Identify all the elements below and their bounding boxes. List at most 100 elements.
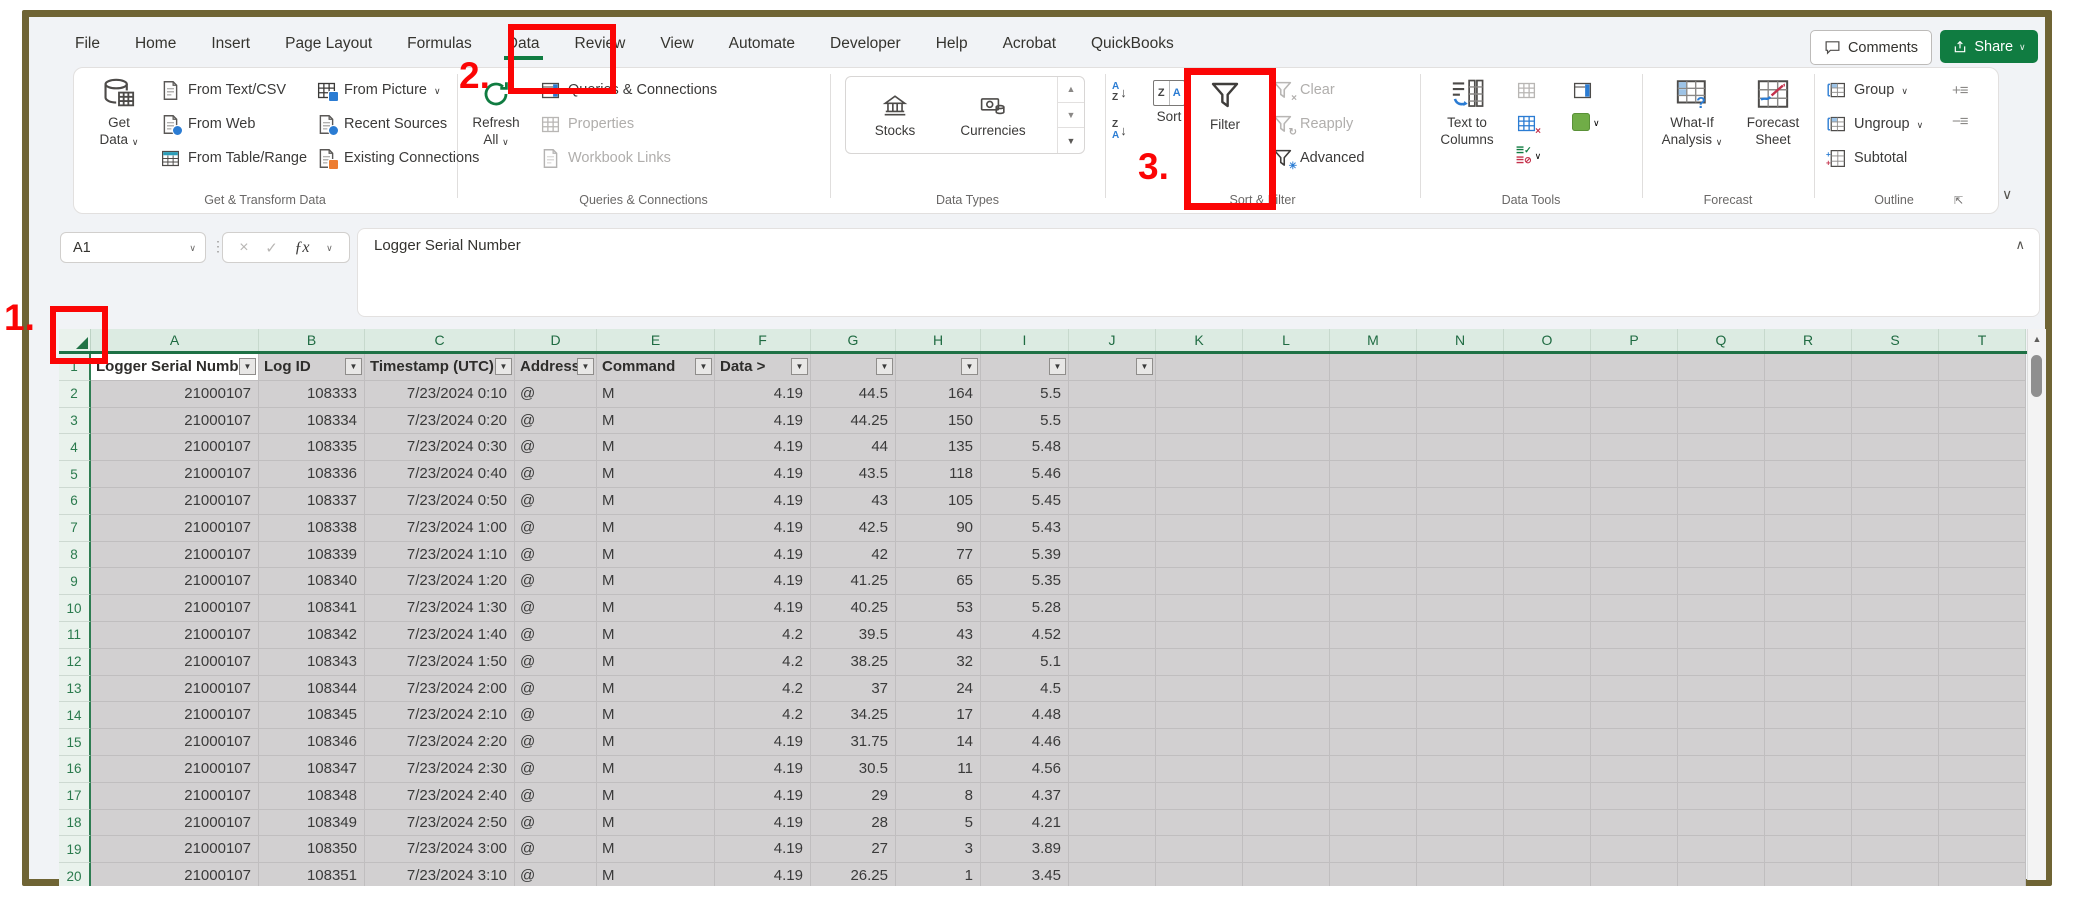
advanced-filter-button[interactable]: ✳ Advanced (1272, 146, 1365, 170)
cell-E3[interactable]: M (597, 408, 715, 435)
cell-K11[interactable] (1156, 622, 1243, 649)
filter-dropdown-button[interactable]: ▼ (695, 358, 712, 375)
cell-I18[interactable]: 4.21 (981, 810, 1069, 837)
cell-E7[interactable]: M (597, 515, 715, 542)
tab-page-layout[interactable]: Page Layout (285, 35, 372, 60)
cell-Q14[interactable] (1678, 702, 1765, 729)
cell-I4[interactable]: 5.48 (981, 434, 1069, 461)
cell-N16[interactable] (1417, 756, 1504, 783)
cell-D5[interactable]: @ (515, 461, 597, 488)
cell-R10[interactable] (1765, 595, 1852, 622)
cell-F14[interactable]: 4.2 (715, 702, 811, 729)
cell-O5[interactable] (1504, 461, 1591, 488)
cell-J19[interactable] (1069, 836, 1156, 863)
cell-E15[interactable]: M (597, 729, 715, 756)
cell-S2[interactable] (1852, 381, 1939, 408)
cell-I10[interactable]: 5.28 (981, 595, 1069, 622)
group-button[interactable]: Group ∨ (1826, 78, 1923, 102)
cell-O3[interactable] (1504, 408, 1591, 435)
cell-P4[interactable] (1591, 434, 1678, 461)
cell-A3[interactable]: 21000107 (91, 408, 259, 435)
cell-H9[interactable]: 65 (896, 568, 981, 595)
cell-J6[interactable] (1069, 488, 1156, 515)
cell-C16[interactable]: 7/23/2024 2:30 (365, 756, 515, 783)
cell-M7[interactable] (1330, 515, 1417, 542)
cell-S16[interactable] (1852, 756, 1939, 783)
cell-R16[interactable] (1765, 756, 1852, 783)
gallery-more-button[interactable]: ▼ (1058, 128, 1084, 153)
cell-P1[interactable] (1591, 354, 1678, 381)
cell-N1[interactable] (1417, 354, 1504, 381)
cell-A9[interactable]: 21000107 (91, 568, 259, 595)
cell-P10[interactable] (1591, 595, 1678, 622)
column-header-H[interactable]: H (896, 329, 981, 351)
cell-C4[interactable]: 7/23/2024 0:30 (365, 434, 515, 461)
cell-I15[interactable]: 4.46 (981, 729, 1069, 756)
row-header-17[interactable]: 17 (59, 783, 91, 810)
cell-F1[interactable]: Data >▼ (715, 354, 811, 381)
cell-M15[interactable] (1330, 729, 1417, 756)
cell-G3[interactable]: 44.25 (811, 408, 896, 435)
cell-G20[interactable]: 26.25 (811, 863, 896, 886)
cell-G18[interactable]: 28 (811, 810, 896, 837)
cell-I7[interactable]: 5.43 (981, 515, 1069, 542)
cell-R14[interactable] (1765, 702, 1852, 729)
cell-D19[interactable]: @ (515, 836, 597, 863)
cell-M11[interactable] (1330, 622, 1417, 649)
cell-T6[interactable] (1939, 488, 2026, 515)
filter-dropdown-button[interactable]: ▼ (876, 358, 893, 375)
cell-Q16[interactable] (1678, 756, 1765, 783)
cell-D16[interactable]: @ (515, 756, 597, 783)
cell-B2[interactable]: 108333 (259, 381, 365, 408)
cell-J15[interactable] (1069, 729, 1156, 756)
cell-E6[interactable]: M (597, 488, 715, 515)
cell-J9[interactable] (1069, 568, 1156, 595)
cell-Q15[interactable] (1678, 729, 1765, 756)
cell-K3[interactable] (1156, 408, 1243, 435)
cell-J12[interactable] (1069, 649, 1156, 676)
cell-T20[interactable] (1939, 863, 2026, 886)
cell-L19[interactable] (1243, 836, 1330, 863)
column-header-P[interactable]: P (1591, 329, 1678, 351)
cell-Q18[interactable] (1678, 810, 1765, 837)
cell-T11[interactable] (1939, 622, 2026, 649)
cell-B10[interactable]: 108341 (259, 595, 365, 622)
name-box[interactable]: A1 ∨ (60, 232, 206, 263)
cell-C17[interactable]: 7/23/2024 2:40 (365, 783, 515, 810)
cell-S15[interactable] (1852, 729, 1939, 756)
cell-K19[interactable] (1156, 836, 1243, 863)
cell-Q7[interactable] (1678, 515, 1765, 542)
cell-A20[interactable]: 21000107 (91, 863, 259, 886)
cell-A16[interactable]: 21000107 (91, 756, 259, 783)
cell-O9[interactable] (1504, 568, 1591, 595)
row-header-7[interactable]: 7 (59, 515, 91, 542)
cell-P6[interactable] (1591, 488, 1678, 515)
cell-H20[interactable]: 1 (896, 863, 981, 886)
cell-L12[interactable] (1243, 649, 1330, 676)
cell-F2[interactable]: 4.19 (715, 381, 811, 408)
cell-B20[interactable]: 108351 (259, 863, 365, 886)
cell-R6[interactable] (1765, 488, 1852, 515)
cell-O16[interactable] (1504, 756, 1591, 783)
cell-B18[interactable]: 108349 (259, 810, 365, 837)
cell-T18[interactable] (1939, 810, 2026, 837)
text-to-columns-button[interactable]: Text to Columns (1428, 76, 1506, 149)
column-header-F[interactable]: F (715, 329, 811, 351)
cell-B14[interactable]: 108345 (259, 702, 365, 729)
cell-T16[interactable] (1939, 756, 2026, 783)
row-header-15[interactable]: 15 (59, 729, 91, 756)
tab-view[interactable]: View (660, 35, 693, 60)
cell-A18[interactable]: 21000107 (91, 810, 259, 837)
cell-G14[interactable]: 34.25 (811, 702, 896, 729)
cell-F7[interactable]: 4.19 (715, 515, 811, 542)
cell-F15[interactable]: 4.19 (715, 729, 811, 756)
cell-P9[interactable] (1591, 568, 1678, 595)
cell-H12[interactable]: 32 (896, 649, 981, 676)
hide-detail-icon[interactable]: −≡ (1952, 113, 1968, 130)
cell-D3[interactable]: @ (515, 408, 597, 435)
cell-C5[interactable]: 7/23/2024 0:40 (365, 461, 515, 488)
cell-O6[interactable] (1504, 488, 1591, 515)
cell-E16[interactable]: M (597, 756, 715, 783)
cell-M5[interactable] (1330, 461, 1417, 488)
cell-S13[interactable] (1852, 676, 1939, 703)
